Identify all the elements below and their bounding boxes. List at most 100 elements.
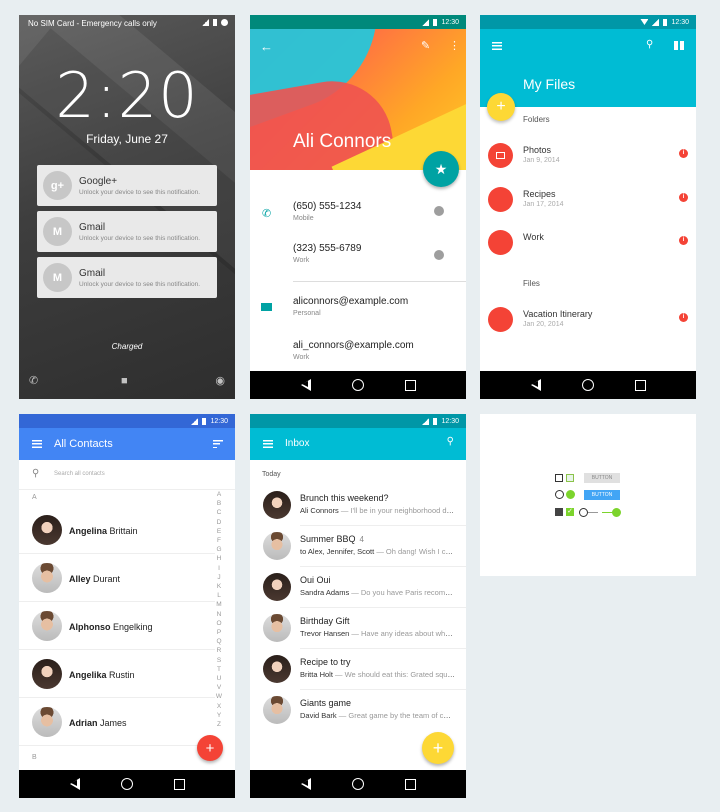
list-item[interactable]: Alley Durant	[19, 554, 215, 602]
thread-count: 4	[359, 535, 364, 544]
flat-button[interactable]: BUTTON	[584, 473, 620, 483]
page-title: My Files	[523, 76, 576, 92]
file-item[interactable]: Vacation Itinerary Jan 20, 2014 i	[488, 307, 688, 337]
alphabet-index[interactable]: ABCDEFGHIJKLMNOPQRSTUVWXYZ	[215, 490, 223, 729]
home-icon[interactable]	[351, 379, 364, 391]
alphabet-letter[interactable]: J	[215, 573, 223, 582]
list-item[interactable]: Adrian James	[19, 698, 215, 746]
alphabet-letter[interactable]: B	[215, 499, 223, 508]
back-icon[interactable]	[300, 778, 311, 790]
checkbox-unchecked[interactable]	[555, 474, 563, 482]
alphabet-letter[interactable]: G	[215, 545, 223, 554]
home-icon[interactable]	[351, 778, 364, 790]
folder-item[interactable]: Photos Jan 9, 2014 i	[488, 143, 688, 173]
message-row[interactable]: Oui Oui Sandra Adams — Do you have Paris …	[250, 567, 466, 608]
search-icon[interactable]: ⚲	[447, 436, 454, 447]
checkbox-outline-checked[interactable]	[566, 474, 574, 482]
alphabet-letter[interactable]: U	[215, 674, 223, 683]
recents-icon[interactable]	[404, 379, 416, 391]
list-item[interactable]: Angelika Rustin	[19, 650, 215, 698]
back-icon[interactable]	[530, 379, 541, 391]
alphabet-letter[interactable]: X	[215, 702, 223, 711]
notification-card[interactable]: M Gmail Unlock your device to see this n…	[37, 257, 217, 298]
add-button[interactable]: +	[487, 93, 515, 121]
radio-unchecked[interactable]	[555, 490, 564, 499]
alphabet-letter[interactable]: Z	[215, 720, 223, 729]
alphabet-letter[interactable]: H	[215, 554, 223, 563]
notification-card[interactable]: g+ Google+ Unlock your device to see thi…	[37, 165, 217, 206]
back-arrow-icon[interactable]: ←	[260, 39, 273, 54]
add-contact-button[interactable]: +	[197, 735, 223, 761]
home-icon[interactable]	[581, 379, 594, 391]
alphabet-letter[interactable]: E	[215, 527, 223, 536]
alphabet-letter[interactable]: D	[215, 518, 223, 527]
raised-button[interactable]: BUTTON	[584, 490, 620, 500]
last-name: Engelking	[113, 622, 153, 632]
menu-icon[interactable]	[32, 440, 42, 448]
alphabet-letter[interactable]: M	[215, 600, 223, 609]
menu-icon[interactable]	[263, 440, 273, 448]
message-row[interactable]: Summer BBQ 4 to Alex, Jennifer, Scott — Oh…	[250, 526, 466, 567]
alphabet-letter[interactable]: C	[215, 508, 223, 517]
alphabet-letter[interactable]: R	[215, 646, 223, 655]
email-row[interactable]: ali_connors@example.com Work	[293, 340, 414, 361]
camera-icon[interactable]: ◉	[215, 374, 225, 387]
phone-row[interactable]: (323) 555-6789 Work	[293, 243, 361, 264]
alphabet-letter[interactable]: K	[215, 582, 223, 591]
search-icon[interactable]: ⚲	[646, 39, 653, 50]
google-plus-icon: g+	[43, 171, 72, 200]
folder-item[interactable]: Work i	[488, 230, 688, 260]
alphabet-letter[interactable]: P	[215, 628, 223, 637]
alphabet-letter[interactable]: A	[215, 490, 223, 499]
alphabet-letter[interactable]: Q	[215, 637, 223, 646]
message-row[interactable]: Birthday Gift Trevor Hansen — Have any id…	[250, 608, 466, 649]
home-icon[interactable]	[120, 778, 133, 790]
search-input[interactable]: Search all contacts	[54, 471, 105, 477]
folder-item[interactable]: Recipes Jan 17, 2014 i	[488, 187, 688, 217]
compose-button[interactable]: +	[422, 732, 454, 764]
grid-view-icon[interactable]	[674, 41, 684, 50]
back-icon[interactable]	[69, 778, 80, 790]
edit-icon[interactable]: ✎	[421, 39, 430, 52]
info-icon[interactable]: i	[679, 149, 688, 158]
alphabet-letter[interactable]: F	[215, 536, 223, 545]
hangouts-icon[interactable]	[434, 206, 444, 216]
phone-icon[interactable]: ✆	[29, 374, 38, 387]
switch-off-thumb[interactable]	[579, 507, 588, 517]
favorite-star-button[interactable]: ★	[423, 151, 459, 187]
list-item[interactable]: Alphonso Engelking	[19, 602, 215, 650]
search-bar[interactable]: ⚲ Search all contacts	[19, 460, 235, 490]
more-vert-icon[interactable]: ⋮	[449, 39, 460, 52]
alphabet-letter[interactable]: I	[215, 564, 223, 573]
alphabet-letter[interactable]: T	[215, 665, 223, 674]
alphabet-letter[interactable]: V	[215, 683, 223, 692]
alphabet-letter[interactable]: S	[215, 656, 223, 665]
hangouts-icon[interactable]	[434, 250, 444, 260]
list-item[interactable]: Angelina Brittain	[19, 506, 215, 554]
alphabet-letter[interactable]: Y	[215, 711, 223, 720]
phone-row[interactable]: (650) 555-1234 Mobile	[293, 201, 361, 222]
slider-thumb[interactable]	[612, 507, 621, 517]
info-icon[interactable]: i	[679, 193, 688, 202]
checkbox-filled[interactable]	[555, 508, 563, 516]
radio-checked[interactable]	[566, 490, 575, 499]
sort-icon[interactable]	[213, 440, 223, 448]
alphabet-letter[interactable]: L	[215, 591, 223, 600]
message-row[interactable]: Giants game David Bark — Great game by th…	[250, 690, 466, 731]
info-icon[interactable]: i	[679, 313, 688, 322]
recents-icon[interactable]	[634, 379, 646, 391]
menu-icon[interactable]	[492, 42, 502, 50]
recents-icon[interactable]	[173, 778, 185, 790]
alphabet-letter[interactable]: O	[215, 619, 223, 628]
alphabet-letter[interactable]: N	[215, 610, 223, 619]
alphabet-letter[interactable]: W	[215, 692, 223, 701]
info-icon[interactable]: i	[679, 236, 688, 245]
recents-icon[interactable]	[404, 778, 416, 790]
notification-card[interactable]: M Gmail Unlock your device to see this n…	[37, 211, 217, 252]
back-icon[interactable]	[300, 379, 311, 391]
message-row[interactable]: Brunch this weekend? Ali Connors — I'll b…	[250, 485, 466, 526]
lock-icon[interactable]: ■	[121, 375, 128, 387]
checkbox-checked[interactable]: ✓	[566, 508, 574, 516]
message-row[interactable]: Recipe to try Britta Holt — We should eat…	[250, 649, 466, 690]
email-row[interactable]: aliconnors@example.com Personal	[293, 296, 408, 317]
